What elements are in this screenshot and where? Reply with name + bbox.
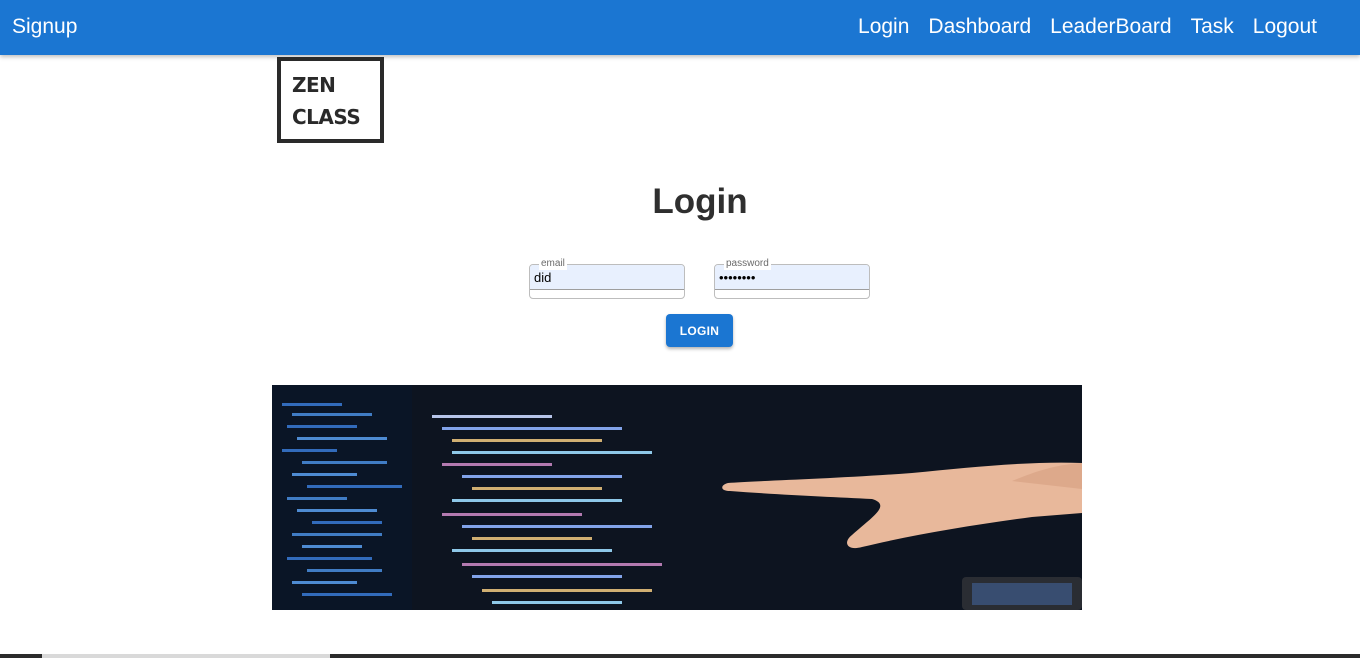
nav-leaderboard-link[interactable]: LeaderBoard: [1050, 14, 1171, 40]
nav-dashboard-link[interactable]: Dashboard: [928, 14, 1031, 40]
logo-line-2: CLASS: [292, 105, 361, 129]
nav-logout-link[interactable]: Logout: [1253, 14, 1317, 40]
zen-class-logo: ZEN CLASS: [277, 57, 384, 143]
nav-login-link[interactable]: Login: [858, 14, 909, 40]
bottom-scroll-strip: [0, 654, 1360, 658]
logo-line-1: ZEN: [292, 73, 336, 97]
hero-illustration: [272, 385, 1082, 610]
email-input[interactable]: [534, 268, 679, 286]
password-field: password: [714, 258, 870, 299]
login-button[interactable]: LOGIN: [666, 314, 733, 347]
top-nav: Login Dashboard LeaderBoard Task Logout: [858, 14, 1317, 40]
bottom-strip-segment: [42, 654, 330, 658]
email-field: email: [529, 258, 685, 299]
password-input[interactable]: [719, 268, 864, 286]
code-screen-pointing-hand-image: [272, 385, 1082, 610]
app-bar: Signup Login Dashboard LeaderBoard Task …: [0, 0, 1360, 55]
signup-link[interactable]: Signup: [12, 14, 77, 40]
nav-task-link[interactable]: Task: [1191, 14, 1234, 40]
page-title: Login: [652, 182, 748, 221]
